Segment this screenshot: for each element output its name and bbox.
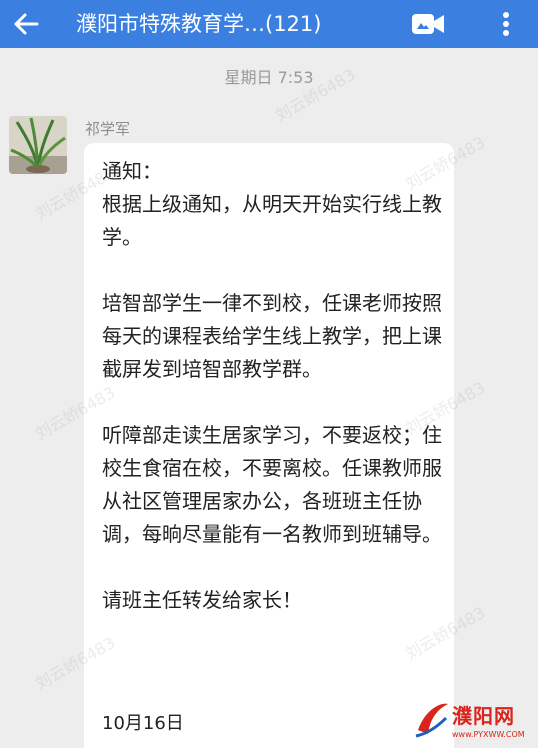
video-call-icon[interactable] xyxy=(410,10,446,38)
avatar[interactable] xyxy=(9,116,67,174)
logo-url: www.PYXWW.COM xyxy=(452,730,525,739)
site-logo: 濮阳网 www.PYXWW.COM xyxy=(412,700,538,748)
arrow-left-icon[interactable] xyxy=(10,8,42,40)
logo-mark-icon xyxy=(415,703,448,738)
app-bar: 濮阳市特殊教育学…(121) xyxy=(0,0,538,48)
message-timestamp: 星期日 7:53 xyxy=(224,68,314,87)
more-vertical-icon[interactable] xyxy=(490,8,522,40)
logo-name: 濮阳网 xyxy=(452,704,515,728)
sender-name: 祁学军 xyxy=(85,120,131,138)
message-date: 10月16日 xyxy=(102,713,184,734)
message-bubble[interactable]: 通知： 根据上级通知，从明天开始实行线上教学。 培智部学生一律不到校，任课老师按… xyxy=(84,143,454,748)
chat-title: 濮阳市特殊教育学…(121) xyxy=(76,12,322,36)
message-text: 通知： 根据上级通知，从明天开始实行线上教学。 培智部学生一律不到校，任课老师按… xyxy=(102,159,442,612)
